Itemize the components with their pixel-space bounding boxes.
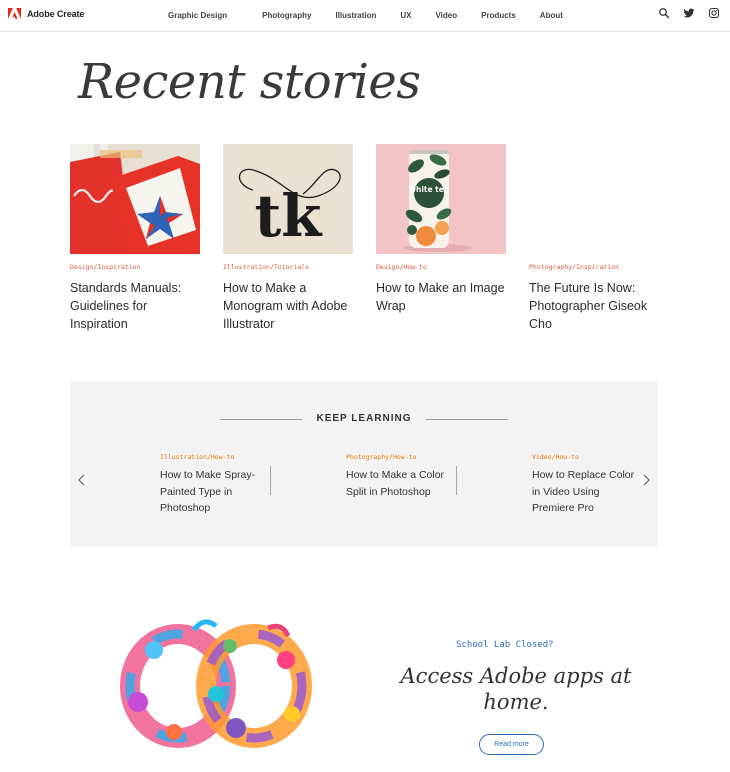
story-card[interactable]: white tea Design/How-to How to Make an I… [376,144,506,315]
read-more-button[interactable]: Read more [479,734,544,755]
story-title[interactable]: Standards Manuals: Guidelines for Inspir… [70,279,200,333]
story-card[interactable]: Design/Inspiration Standards Manuals: Gu… [70,144,200,333]
story-category[interactable]: Design/How-to [376,263,506,271]
promo-eyebrow: School Lab Closed? [456,640,554,650]
search-icon[interactable] [658,7,670,19]
nav-link-ux[interactable]: UX [400,11,411,20]
learn-item-title[interactable]: How to Make a Color Split in Photoshop [346,467,458,500]
instagram-icon[interactable] [708,7,720,19]
promo-title: Access Adobe apps at home. [400,664,632,714]
heading-divider [426,419,508,420]
keep-learning-heading: KEEP LEARNING [316,413,412,424]
item-divider [270,466,271,495]
brand[interactable]: Adobe Create [8,8,84,20]
story-category[interactable]: Photography/Inspiration [529,263,659,271]
nav-link-illustration[interactable]: Illustration [335,11,376,20]
nav-link-photography[interactable]: Photography [262,11,311,20]
brand-name: Adobe Create [27,9,85,19]
story-thumbnail[interactable] [70,144,200,254]
story-thumbnail[interactable]: tk [223,144,353,254]
learn-item-title[interactable]: How to Make Spray-Painted Type in Photos… [160,467,272,517]
chevron-right-icon[interactable] [640,473,652,487]
twitter-icon[interactable] [683,7,695,19]
learn-item-category[interactable]: Illustration/How-to [160,453,272,461]
page-title: Recent stories [78,54,421,110]
adobe-logo-icon [8,8,21,19]
nav-link-video[interactable]: Video [435,11,457,20]
thumbnail-text: white tea [409,185,449,194]
story-card[interactable]: tk Illustration/Tutorials How to Make a … [223,144,353,333]
nav-tools [658,7,720,19]
story-category[interactable]: Design/Inspiration [70,263,200,271]
learn-item[interactable]: Illustration/How-to How to Make Spray-Pa… [160,453,272,517]
main-nav: Graphic Design Photography Illustration … [168,0,563,30]
creative-cloud-artwork [120,619,312,748]
nav-link-products[interactable]: Products [481,11,516,20]
top-navigation: Adobe Create Graphic Design Photography … [0,0,730,32]
story-thumbnail[interactable]: white tea [376,144,506,254]
learn-item-title[interactable]: How to Replace Color in Video Using Prem… [532,467,644,517]
nav-link-about[interactable]: About [540,11,563,20]
story-title[interactable]: How to Make an Image Wrap [376,279,506,315]
learn-item[interactable]: Video/How-to How to Replace Color in Vid… [532,453,644,517]
story-title[interactable]: The Future Is Now: Photographer Giseok C… [529,279,659,333]
keep-learning-panel: KEEP LEARNING Illustration/How-to How to… [70,381,658,547]
learn-item-category[interactable]: Photography/How-to [346,453,458,461]
item-divider [456,466,457,495]
thumbnail-text: tk [255,182,324,250]
nav-link-graphic-design[interactable]: Graphic Design [168,11,227,20]
story-title[interactable]: How to Make a Monogram with Adobe Illust… [223,279,353,333]
story-card[interactable]: Photography/Inspiration The Future Is No… [529,144,659,333]
story-category[interactable]: Illustration/Tutorials [223,263,353,271]
learn-item-category[interactable]: Video/How-to [532,453,644,461]
story-thumbnail[interactable] [529,144,659,254]
learn-item[interactable]: Photography/How-to How to Make a Color S… [346,453,458,500]
chevron-left-icon[interactable] [76,473,88,487]
